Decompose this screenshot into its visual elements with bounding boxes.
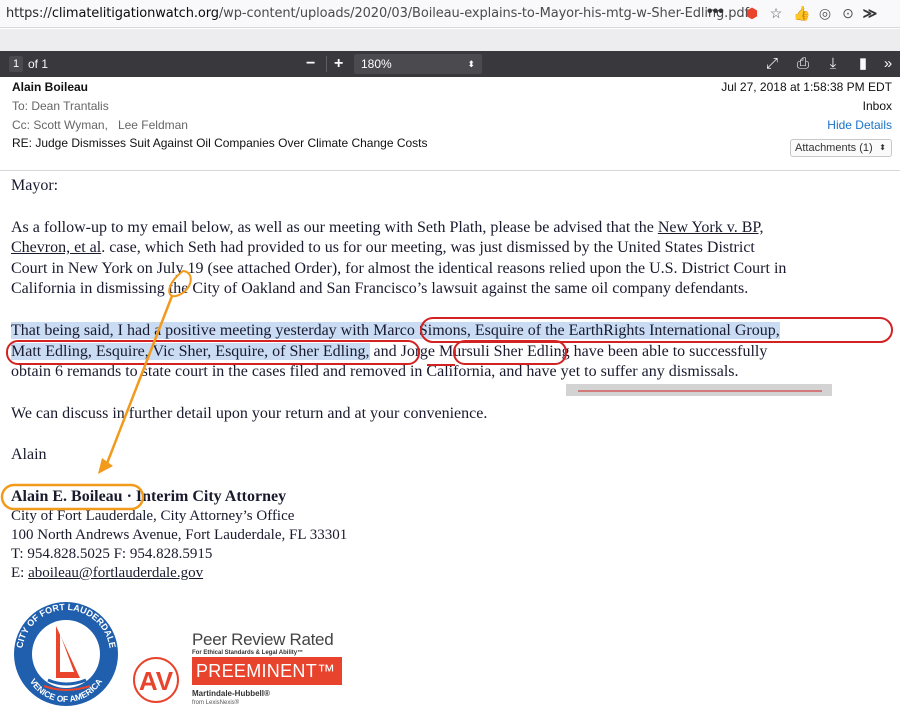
page-number-input[interactable]: 1 [9, 56, 23, 72]
salutation: Mayor: [11, 177, 59, 194]
paragraph2-line1: That being said, I had a positive meetin… [11, 321, 780, 341]
tools-menu-icon[interactable]: » [878, 55, 898, 73]
bookmark-icon[interactable]: ▮ [853, 55, 873, 73]
p2-l2-rest: Sher Edling have been able to successful… [489, 343, 768, 360]
preeminent-banner: PREEMINENT™ [192, 657, 342, 685]
p1-l1-text: As a follow-up to my email below, as wel… [11, 219, 658, 236]
paragraph3: We can discuss in further detail upon yo… [11, 405, 488, 422]
paragraph1-line4: California in dismissing the City of Oak… [11, 280, 749, 297]
peer-review-title: Peer Review Rated [192, 630, 334, 649]
signature-title: · Interim City Attorney [122, 488, 287, 505]
paragraph2-line3: obtain 6 remands to state court in the c… [11, 363, 739, 380]
case-name-part1: New York v. BP, [657, 219, 764, 236]
zoom-in-button[interactable]: + [334, 54, 343, 74]
email-header: Alain Boileau To: Dean Trantalis Cc: Sco… [0, 77, 900, 171]
chevron-updown-icon: ⬍ [467, 59, 475, 69]
email-sender: Alain Boileau [12, 80, 89, 94]
zoom-out-button[interactable]: − [306, 54, 315, 74]
martindale-text: Martindale-Hubbell® [192, 689, 270, 698]
av-rating-badge: AV [124, 655, 188, 703]
extension-thumb-icon[interactable]: 👍 [793, 5, 810, 21]
toolbar-separator [326, 56, 327, 72]
toolbar-gap [0, 29, 900, 51]
email-mailbox: Inbox [862, 99, 892, 113]
page-count: of 1 [28, 57, 49, 71]
chevron-updown-icon: ⬍ [879, 143, 886, 152]
email-cc: Cc: Scott Wyman, Lee Feldman [12, 118, 188, 132]
case-name-part2: Chevron, et al [11, 239, 102, 256]
city-seal-logo: CITY OF FORT LAUDERDALE VENICE OF AMERIC… [8, 600, 126, 713]
signature-phone: T: 954.828.5025 F: 954.828.5915 [11, 546, 213, 562]
email-subject: RE: Judge Dismisses Suit Against Oil Com… [12, 136, 428, 150]
adblock-extension-icon[interactable]: ⬢ [744, 5, 760, 21]
email-date: Jul 27, 2018 at 1:58:38 PM EDT [721, 80, 892, 94]
pdf-toolbar: 1 of 1 − + 180% ⬍ ⤢ ⎙ ⤓ ▮ » [0, 51, 900, 77]
paragraph2-line2: Matt Edling, Esquire, Vic Sher, Esquire,… [11, 342, 767, 362]
p1-l2-text: . case, which Seth had provided to us fo… [101, 239, 755, 256]
signature-office: City of Fort Lauderdale, City Attorney’s… [11, 508, 295, 524]
overflow-menu-icon[interactable]: ≫ [862, 5, 878, 21]
download-icon[interactable]: ⤓ [823, 55, 843, 73]
browser-url-bar: https://climatelitigationwatch.org/wp-co… [0, 0, 900, 28]
arrow-head-icon [98, 458, 113, 474]
email-cc-second: Lee Feldman [117, 118, 188, 132]
zoom-value: 180% [361, 57, 392, 71]
edling-sher-text: Matt Edling, Esquire, Vic Sher, Esquire,… [11, 343, 370, 360]
signature-address: 100 North Andrews Avenue, Fort Lauderdal… [11, 527, 348, 543]
p2-and: and [369, 343, 401, 360]
url-prefix: https:// [6, 6, 52, 21]
attachments-dropdown[interactable]: Attachments (1) ⬍ [790, 139, 892, 157]
signature-email-line: E: aboileau@fortlauderdale.gov [11, 563, 203, 583]
url-host: climatelitigationwatch.org [51, 6, 219, 21]
attachments-label: Attachments (1) [795, 142, 873, 154]
fullscreen-icon[interactable]: ⤢ [762, 55, 782, 73]
address-field[interactable]: https://climatelitigationwatch.org/wp-co… [6, 6, 749, 21]
closing: Alain [11, 446, 47, 463]
paragraph1-line2: Chevron, et al. case, which Seth had pro… [11, 238, 755, 258]
av-text: AV [139, 666, 174, 696]
hide-details-link[interactable]: Hide Details [827, 118, 892, 132]
signature-email-label: E: [11, 565, 29, 581]
bookmark-star-icon[interactable]: ☆ [768, 5, 784, 21]
lexisnexis-text: from LexisNexis® [192, 700, 240, 706]
signature-name: Alain E. Boileau [11, 488, 123, 505]
redaction-bar [566, 384, 832, 396]
peer-review-logo: Peer Review Rated For Ethical Standards … [192, 630, 334, 656]
marco-simons-text: Marco Simons, Esquire of the EarthRights… [373, 322, 780, 339]
reader-mode-icon[interactable]: ◎ [817, 5, 833, 21]
email-cc-first: Cc: Scott Wyman, [12, 118, 108, 132]
url-path: /wp-content/uploads/2020/03/Boileau-expl… [218, 6, 749, 21]
page-actions-menu-icon[interactable]: ••• [707, 3, 724, 21]
print-icon[interactable]: ⎙ [793, 55, 813, 73]
jorge-mursuli-text: Jorge Mursuli [400, 343, 490, 360]
peer-review-subtitle: For Ethical Standards & Legal Ability™ [192, 650, 304, 656]
profile-icon[interactable]: ⊙ [840, 5, 856, 21]
zoom-select[interactable]: 180% ⬍ [354, 54, 482, 74]
signature-email-link[interactable]: aboileau@fortlauderdale.gov [28, 565, 203, 581]
paragraph1-line1: As a follow-up to my email below, as wel… [11, 218, 763, 238]
paragraph1-line3: Court in New York on July 19 (see attach… [11, 260, 787, 277]
signature-name-line: Alain E. Boileau · Interim City Attorney [11, 487, 286, 507]
email-recipient: To: Dean Trantalis [12, 99, 109, 113]
p2-l1-highlight: That being said, I had a positive meetin… [11, 322, 374, 339]
